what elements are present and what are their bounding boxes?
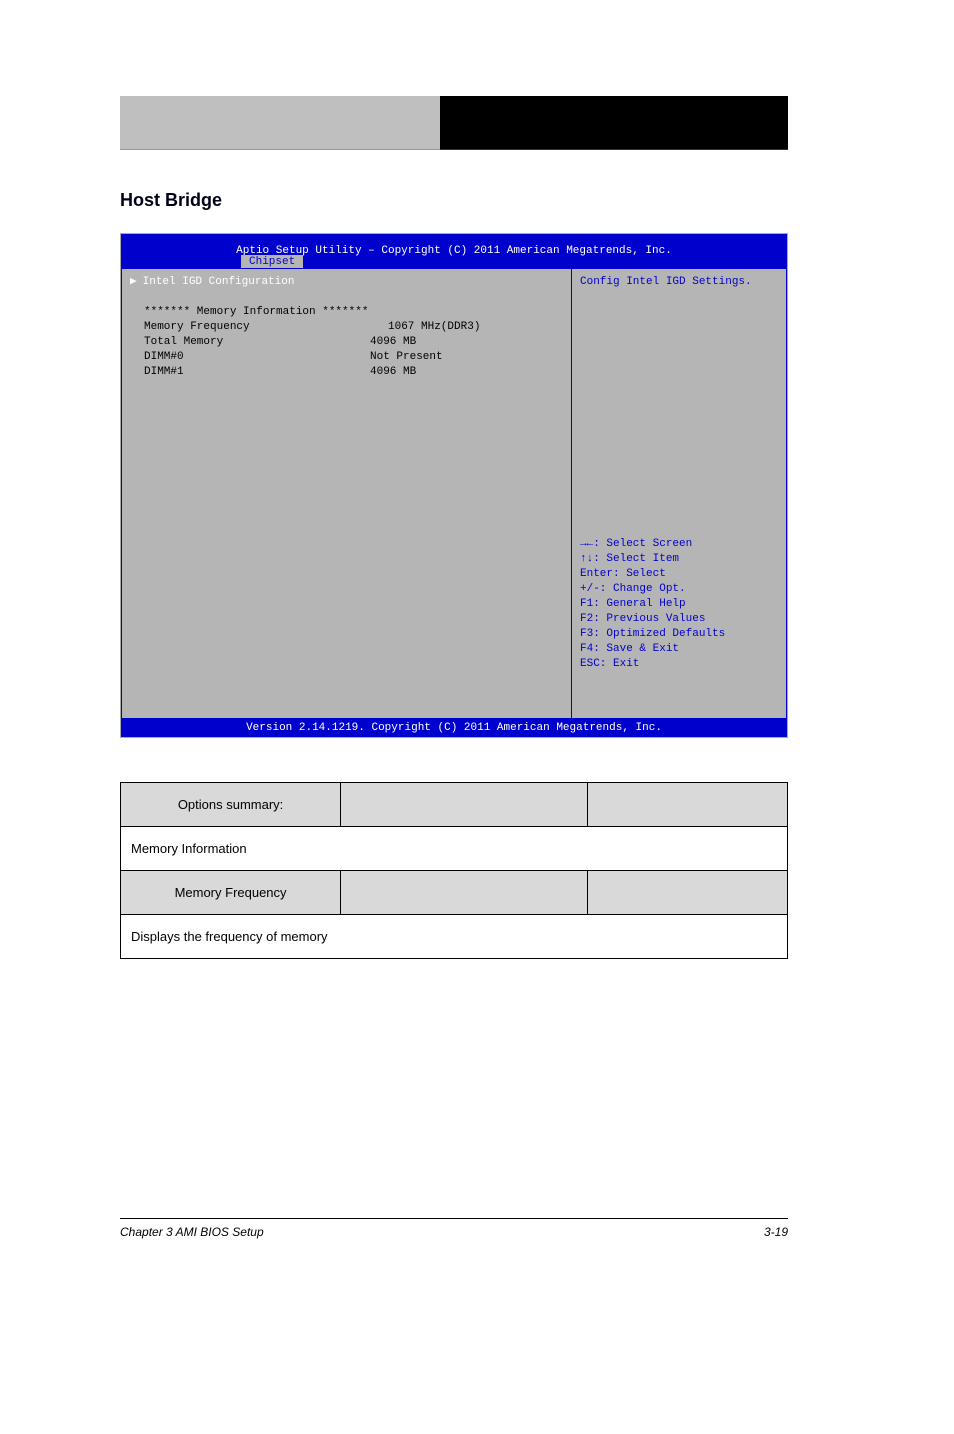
nav-line: F4: Save & Exit [580, 642, 778, 657]
bios-row-dimm1: DIMM#1 4096 MB [130, 365, 563, 380]
bios-nav-block: →←: Select Screen ↑↓: Select Item Enter:… [580, 537, 778, 712]
bios-row-dimm0: DIMM#0 Not Present [130, 350, 563, 365]
table-header-cell: Options summary: [121, 783, 341, 827]
footer-page-number: 3-19 [764, 1225, 788, 1239]
nav-line: F1: General Help [580, 597, 778, 612]
table-header-cell: Memory Frequency [121, 871, 341, 915]
table-header-cell [587, 871, 787, 915]
bios-row-freq: Memory Frequency 1067 MHz(DDR3) [130, 320, 563, 335]
table-row-frequency-desc: Displays the frequency of memory [121, 915, 788, 959]
header-right-cell [440, 96, 788, 150]
nav-line: →←: Select Screen [580, 537, 778, 552]
bios-footer: Version 2.14.1219. Copyright (C) 2011 Am… [121, 719, 787, 737]
bios-right-panel: Config Intel IGD Settings. →←: Select Sc… [571, 268, 787, 719]
section-heading: Host Bridge [120, 190, 222, 211]
bios-tab-chipset[interactable]: Chipset [241, 255, 303, 268]
page-header-bar [120, 96, 788, 150]
bios-selected-label: Intel IGD Configuration [143, 275, 295, 290]
table-header-cell [341, 783, 588, 827]
footer-rule [120, 1218, 788, 1219]
bios-titlebar: Aptio Setup Utility – Copyright (C) 2011… [121, 234, 787, 268]
footer-chapter: Chapter 3 AMI BIOS Setup [120, 1225, 264, 1239]
table-header-cell [341, 871, 588, 915]
nav-line: F3: Optimized Defaults [580, 627, 778, 642]
bios-body: ▶ Intel IGD Configuration ******* Memory… [121, 268, 787, 719]
header-left-cell [120, 96, 440, 150]
table-row-memory-info: Memory Information [121, 827, 788, 871]
nav-line: Enter: Select [580, 567, 778, 582]
nav-line: ↑↓: Select Item [580, 552, 778, 567]
nav-line: F2: Previous Values [580, 612, 778, 627]
bios-help-text: Config Intel IGD Settings. [580, 275, 778, 290]
options-table: Options summary: Memory Information Memo… [120, 782, 788, 959]
bios-menu-item-igd[interactable]: ▶ Intel IGD Configuration [130, 275, 563, 290]
nav-line: +/-: Change Opt. [580, 582, 778, 597]
bios-screenshot: Aptio Setup Utility – Copyright (C) 2011… [120, 233, 788, 738]
table-header-cell [587, 783, 787, 827]
nav-line: ESC: Exit [580, 657, 778, 672]
bios-left-panel: ▶ Intel IGD Configuration ******* Memory… [121, 268, 571, 719]
bios-info-header: ******* Memory Information ******* [130, 305, 563, 320]
bios-row-total: Total Memory 4096 MB [130, 335, 563, 350]
pointer-icon: ▶ [130, 275, 137, 290]
